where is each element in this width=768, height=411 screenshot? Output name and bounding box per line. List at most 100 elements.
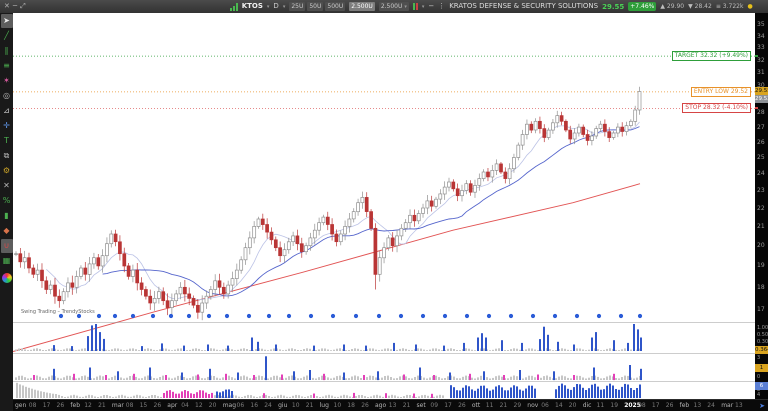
time-axis-label: 17 (444, 402, 452, 409)
time-axis-label: feb (70, 402, 80, 409)
pane-scale-label: 1.000k (757, 325, 768, 332)
pane-oscillator (15, 356, 642, 380)
chart-canvas (13, 13, 755, 399)
delete-tool[interactable]: ✕ (1, 179, 13, 193)
color-palette-icon[interactable] (2, 273, 12, 283)
pane-scale-label: 3 (757, 355, 760, 362)
symbol-caret-icon[interactable]: ▾ (267, 4, 270, 10)
pane-scale-label: 4 (757, 392, 760, 399)
chart-application-window: ✕─⤢ KTOS ▾ D ▾ 25U50U500U 2.500U 2.500U … (0, 0, 768, 411)
last-price: 29.55 (602, 3, 624, 11)
restore-window-icon[interactable]: ⤢ (20, 0, 26, 13)
time-axis-label: 11 (597, 402, 605, 409)
timeframe-caret-icon[interactable]: ▾ (283, 4, 286, 10)
time-axis-label: dic (583, 402, 592, 409)
time-axis-label: 20 (569, 402, 577, 409)
price-axis-label: 18 (757, 284, 765, 291)
chart-type-icon[interactable] (413, 3, 418, 11)
chart-type-caret-icon[interactable]: ▾ (422, 4, 425, 10)
crosshair-tool[interactable]: ✛ (1, 119, 13, 133)
channel-tool[interactable]: ∥ (1, 44, 13, 58)
pane-scale-label: 0.500k (757, 332, 768, 339)
ma-line (46, 122, 639, 300)
collapse-button[interactable]: − (428, 0, 434, 13)
time-axis-label: 16 (250, 402, 258, 409)
price-axis-label: 35 (757, 21, 765, 28)
chart-plot-area[interactable]: Swing Trading – TrendyStocks TARGET 32.3… (13, 13, 755, 399)
time-axis[interactable]: ▦ ➤ gen081726feb1221mar081526apr041220ma… (13, 399, 768, 411)
timeframe-button[interactable]: D (273, 0, 278, 13)
pane-scale-label: 0 (757, 374, 760, 381)
price-axis-label: 31 (757, 69, 765, 76)
day-high: ▲ 29.90 (660, 3, 684, 10)
price-badge: 1 (755, 364, 768, 372)
scroll-to-latest-icon[interactable]: ➤ (759, 402, 765, 410)
screener-label: Swing Trading – TrendyStocks (21, 309, 95, 315)
level-tick (755, 55, 758, 57)
day-volume: ≡ 3.722k (716, 3, 744, 10)
time-axis-label: 13 (735, 402, 743, 409)
quantity-button[interactable]: 500U (325, 2, 345, 11)
candlestick-series (15, 87, 642, 320)
candles-tool[interactable]: ▮ (1, 209, 13, 223)
price-axis-label: 19 (757, 262, 765, 269)
quantity-dropdown[interactable]: 2.500U ▾ (379, 2, 409, 11)
price-axis-label: 33 (757, 44, 765, 51)
quantity-selected-button[interactable]: 2.500U (349, 2, 375, 11)
price-badge: 29.55 (755, 87, 768, 95)
pattern-tool[interactable]: ✶ (1, 74, 13, 88)
time-axis-label: 10 (334, 402, 342, 409)
time-axis-label: 24 (707, 402, 715, 409)
symbol-button[interactable]: KTOS (242, 0, 263, 13)
zoom-tool[interactable]: ◎ (1, 89, 13, 103)
price-axis-label: 22 (757, 205, 765, 212)
fibonacci-tool[interactable]: ≡ (1, 59, 13, 73)
price-axis[interactable]: 3534333231302928272625242322212019181729… (755, 13, 768, 399)
grid-tool[interactable]: ▦ (1, 254, 13, 268)
time-axis-label: 20 (209, 402, 217, 409)
quantity-button[interactable]: 50U (307, 2, 323, 11)
titlebar: ✕─⤢ KTOS ▾ D ▾ 25U50U500U 2.500U 2.500U … (0, 0, 768, 13)
menu-kebab-icon[interactable]: ⋮ (438, 0, 445, 13)
indicator-tool[interactable]: ◆ (1, 224, 13, 238)
time-axis-label: feb (680, 402, 690, 409)
level-label[interactable]: TARGET 32.32 (+9.49%) (672, 51, 751, 61)
pane-screener-volume (15, 324, 642, 351)
time-axis-label: 21 (98, 402, 106, 409)
level-label[interactable]: ENTRY LOW 29.52 (691, 87, 751, 97)
price-axis-label: 32 (757, 57, 765, 64)
magnet-tool[interactable]: ∪ (1, 239, 13, 253)
percent-tool[interactable]: % (1, 194, 13, 208)
pane-trend-strength (16, 383, 641, 398)
time-axis-label: lug (320, 402, 329, 409)
window-controls[interactable]: ✕─⤢ (4, 0, 26, 13)
price-axis-label: 34 (757, 33, 765, 40)
time-axis-label: 12 (84, 402, 92, 409)
trendline-tool[interactable]: ╱ (1, 29, 13, 43)
time-axis-label: 17 (652, 402, 660, 409)
time-axis-label: set (417, 402, 426, 409)
copy-tool[interactable]: ⧉ (1, 149, 13, 163)
quantity-button[interactable]: 25U (289, 2, 305, 11)
price-badge: 0.364k (755, 346, 768, 354)
price-badge: 6 (755, 382, 768, 390)
time-axis-label: 18 (347, 402, 355, 409)
time-axis-label: 26 (666, 402, 674, 409)
time-axis-label: 21 (500, 402, 508, 409)
text-tool[interactable]: T (1, 134, 13, 148)
close-window-icon[interactable]: ✕ (4, 0, 10, 13)
alert-icon[interactable]: ● (747, 3, 752, 10)
level-label[interactable]: STOP 28.32 (-4.10%) (682, 103, 751, 113)
time-axis-label: 13 (694, 402, 702, 409)
time-axis-label: ott (472, 402, 480, 409)
time-axis-label: 13 (389, 402, 397, 409)
price-badge: 29.52 (755, 95, 768, 103)
cursor-tool[interactable]: ➤ (1, 14, 13, 28)
measure-tool[interactable]: ⊿ (1, 104, 13, 118)
price-axis-label: 20 (757, 242, 765, 249)
settings-tool[interactable]: ⚙ (1, 164, 13, 178)
minimize-window-icon[interactable]: ─ (13, 0, 17, 13)
day-low: ▼ 28.42 (688, 3, 712, 10)
price-axis-label: 23 (757, 187, 765, 194)
time-axis-label: 12 (195, 402, 203, 409)
